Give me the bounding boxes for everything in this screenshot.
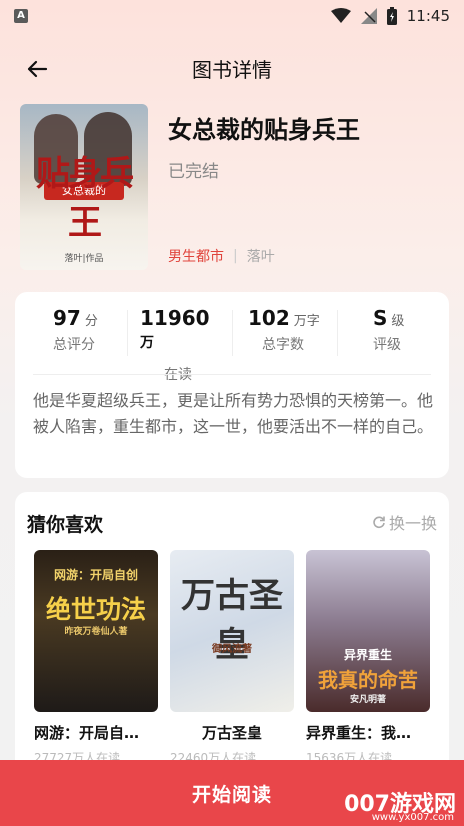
stat-grade-unit: 级 bbox=[391, 314, 405, 329]
app-notification-icon: A bbox=[14, 9, 28, 23]
recommend-cover-author: 御风流著 bbox=[212, 644, 252, 655]
recommend-section: 猜你喜欢 换一换 网游：开局自创 绝世功法 昨夜万卷仙人著 网游：开局自… 27… bbox=[15, 492, 449, 765]
recommend-cover-main: 绝世功法 bbox=[45, 595, 146, 624]
arrow-left-icon bbox=[27, 60, 48, 78]
recommend-cover-author: 安凡明著 bbox=[349, 695, 386, 705]
stat-words-unit: 万字 bbox=[293, 314, 320, 329]
book-title: 女总裁的贴身兵王 bbox=[168, 116, 360, 144]
stat-rating-value: 97 bbox=[53, 306, 81, 330]
stats-card: 97 分 总评分 11960 万 在读 102 万字 总字数 S级 评级 他是华夏超… bbox=[15, 292, 449, 478]
tag-separator: | bbox=[233, 248, 238, 264]
cover-title: 贴身兵王 bbox=[36, 154, 134, 243]
stat-readers-unit: 万 bbox=[140, 335, 154, 351]
recommend-book-cover: 异界重生 我真的命苦 安凡明著 bbox=[306, 550, 430, 712]
stat-grade: S级 评级 bbox=[373, 306, 464, 354]
signal-icon bbox=[360, 8, 377, 24]
stat-readers-value: 11960 bbox=[140, 306, 210, 330]
recommend-book-cover: 万古圣皇 御风流著 bbox=[170, 550, 294, 712]
recommend-book-cover: 网游：开局自创 绝世功法 昨夜万卷仙人著 bbox=[34, 550, 158, 712]
stat-rating-unit: 分 bbox=[84, 314, 98, 329]
stat-divider bbox=[127, 310, 128, 356]
recommend-book-name: 异界重生：我… bbox=[306, 724, 412, 742]
battery-icon bbox=[386, 7, 397, 25]
recommend-book[interactable]: 异界重生 我真的命苦 安凡明著 异界重生：我… 15636万人在读 bbox=[306, 550, 430, 766]
watermark-url: www.yx007.com bbox=[371, 812, 454, 823]
wifi-icon bbox=[330, 8, 351, 23]
top-header: 图书详情 bbox=[0, 48, 464, 88]
stats-divider-line bbox=[33, 374, 431, 375]
category-tag[interactable]: 男生都市 bbox=[168, 246, 224, 266]
recommend-cover-top: 异界重生 bbox=[343, 648, 392, 662]
book-cover: 女总裁的 贴身兵王 落叶|作品 bbox=[20, 104, 148, 270]
book-description: 他是华夏超级兵王，更是让所有势力恐惧的天榜第一。他被人陷害，重生都市，这一世，他… bbox=[33, 391, 434, 436]
stat-divider bbox=[232, 310, 233, 356]
refresh-label: 换一换 bbox=[388, 514, 437, 533]
book-status: 已完结 bbox=[168, 162, 219, 182]
stat-readers: 11960 万 在读 bbox=[140, 306, 236, 384]
recommend-title: 猜你喜欢 bbox=[27, 514, 104, 536]
book-tags: 男生都市 | 落叶 bbox=[168, 246, 275, 266]
stat-divider bbox=[337, 310, 338, 356]
page-title: 图书详情 bbox=[192, 57, 272, 82]
stat-grade-value: S bbox=[373, 306, 388, 330]
recommend-cover-top: 网游：开局自创 bbox=[53, 568, 138, 582]
stat-grade-label: 评级 bbox=[373, 337, 401, 353]
refresh-button[interactable]: 换一换 bbox=[372, 510, 437, 534]
back-button[interactable] bbox=[22, 54, 52, 84]
start-reading-button[interactable]: 开始阅读 bbox=[192, 780, 272, 807]
recommend-book[interactable]: 网游：开局自创 绝世功法 昨夜万卷仙人著 网游：开局自… 27727万人在读 bbox=[34, 550, 158, 766]
status-bar: A 11:45 bbox=[0, 0, 464, 32]
author-name[interactable]: 落叶 bbox=[247, 246, 275, 266]
stat-words-value: 102 bbox=[248, 306, 290, 330]
cover-author: 落叶|作品 bbox=[64, 254, 104, 264]
recommend-cover-main: 我真的命苦 bbox=[318, 668, 418, 692]
recommend-book-name: 网游：开局自… bbox=[34, 724, 140, 742]
recommend-book[interactable]: 万古圣皇 御风流著 万古圣皇 22460万人在读 bbox=[170, 550, 294, 766]
recommend-cover-author: 昨夜万卷仙人著 bbox=[64, 627, 128, 637]
recommend-book-name: 万古圣皇 bbox=[201, 724, 262, 742]
refresh-icon bbox=[373, 516, 385, 529]
status-time: 11:45 bbox=[406, 7, 450, 25]
